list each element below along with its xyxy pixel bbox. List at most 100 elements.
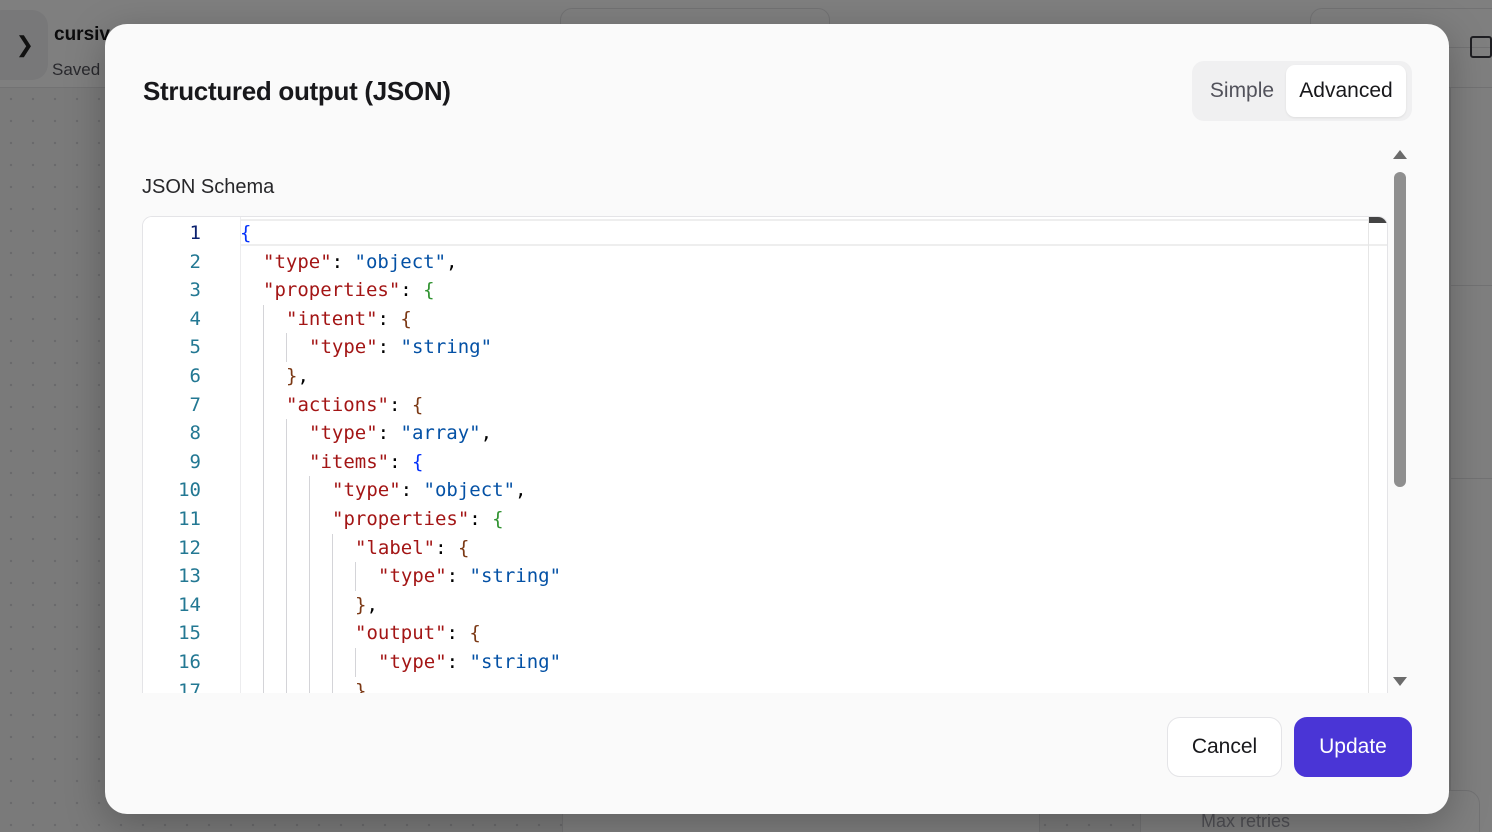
line-number: 1 [189, 222, 201, 244]
code-token: "properties" [332, 508, 470, 530]
code-token: "properties" [263, 279, 401, 302]
code-line: "type": "object", [332, 476, 527, 505]
indent-guide [263, 476, 264, 505]
line-number: 4 [189, 307, 201, 330]
indent-guide [286, 676, 287, 693]
indent-guide [286, 619, 287, 648]
code-token: : [377, 307, 401, 330]
code-line: { [240, 219, 251, 248]
indent-guide [309, 648, 310, 677]
code-token: : [377, 422, 401, 445]
code-token: "label" [355, 536, 436, 559]
code-token: , [366, 593, 378, 616]
code-token: "string" [469, 565, 562, 588]
indent-guide [263, 648, 264, 677]
indent-guide [286, 447, 287, 477]
indent-guide [332, 590, 333, 620]
indent-guide [355, 562, 356, 591]
indent-guide [263, 447, 264, 477]
indent-guide [309, 676, 310, 693]
indent-guide [263, 590, 264, 620]
cancel-button[interactable]: Cancel [1167, 717, 1282, 777]
indent-guide [309, 533, 310, 563]
indent-guide [286, 505, 287, 534]
line-number: 14 [178, 593, 201, 616]
mode-toggle: Simple Advanced [1192, 61, 1412, 121]
code-token: "object" [354, 250, 447, 273]
line-number: 2 [189, 250, 201, 273]
code-token: "output" [355, 622, 447, 645]
scroll-up-arrow-icon[interactable] [1393, 150, 1407, 159]
code-token: { [400, 307, 412, 330]
indent-guide [263, 362, 264, 391]
code-line: }, [286, 362, 309, 391]
code-token: "object" [423, 479, 516, 502]
code-line: "type": "string" [309, 333, 492, 362]
dialog-scrollbar-thumb[interactable] [1394, 172, 1406, 487]
indent-guide [263, 562, 264, 591]
line-number: 7 [189, 393, 201, 416]
code-line: "label": { [355, 534, 469, 563]
code-line: }, [355, 677, 378, 693]
code-line: "type": "string" [378, 562, 561, 591]
indent-guide [286, 419, 287, 448]
update-button[interactable]: Update [1294, 717, 1412, 777]
code-token: , [515, 479, 527, 502]
code-token: : [446, 565, 470, 588]
code-token: "items" [309, 450, 390, 473]
code-token: { [469, 622, 481, 645]
indent-guide [263, 390, 264, 420]
code-line: "intent": { [286, 305, 412, 334]
code-token: { [411, 450, 424, 473]
indent-guide [332, 619, 333, 648]
dialog-title: Structured output (JSON) [143, 76, 451, 106]
indent-guide [286, 476, 287, 505]
code-line: "properties": { [263, 276, 435, 305]
code-token: , [297, 365, 309, 387]
code-token: : [331, 250, 355, 273]
editor-scroll-thumb[interactable] [1369, 217, 1387, 223]
indent-guide [286, 533, 287, 563]
indent-guide [286, 333, 287, 362]
editor-scroll-track [1368, 217, 1369, 693]
mode-advanced-tab[interactable]: Advanced [1286, 65, 1406, 117]
code-token: : [469, 508, 493, 530]
indent-guide [309, 476, 310, 505]
indent-guide [286, 648, 287, 677]
line-number: 13 [178, 565, 201, 588]
scroll-down-arrow-icon[interactable] [1393, 677, 1407, 686]
code-area[interactable]: {"type": "object", "properties": {"intent… [240, 217, 1366, 693]
code-token: "type" [309, 422, 378, 445]
code-line: "output": { [355, 619, 481, 648]
code-token: { [457, 536, 470, 559]
indent-guide [263, 505, 264, 534]
line-number: 6 [189, 365, 201, 387]
code-line: "items": { [309, 448, 423, 477]
mode-simple-tab[interactable]: Simple [1196, 65, 1288, 117]
code-token: } [355, 679, 367, 693]
code-token: { [411, 393, 424, 416]
code-line: "type": "string" [378, 648, 561, 677]
code-token: "array" [400, 422, 481, 445]
code-token: , [366, 679, 378, 693]
line-number: 11 [178, 508, 201, 530]
json-schema-editor[interactable]: 1 2 3 4 5 6 7 8 9 10 11 12 13 14 15 16 17 {"type": "obje… [142, 216, 1388, 693]
line-number: 16 [178, 651, 201, 673]
code-line: "type": "array", [309, 419, 492, 448]
code-line: "actions": { [286, 391, 423, 420]
indent-guide [263, 533, 264, 563]
indent-guide [332, 648, 333, 677]
code-token: : [435, 536, 458, 559]
line-number: 8 [189, 422, 201, 445]
indent-guide [286, 562, 287, 591]
indent-guide [309, 505, 310, 534]
code-token: { [492, 508, 504, 530]
code-token: "string" [400, 336, 493, 359]
line-number-gutter: 1 2 3 4 5 6 7 8 9 10 11 12 13 14 15 16 17 [143, 217, 240, 693]
line-number: 12 [178, 536, 201, 559]
indent-guide [309, 562, 310, 591]
code-token: { [423, 279, 435, 302]
code-token: "intent" [286, 307, 378, 330]
code-token: : [446, 622, 470, 645]
code-token: "type" [263, 250, 332, 273]
